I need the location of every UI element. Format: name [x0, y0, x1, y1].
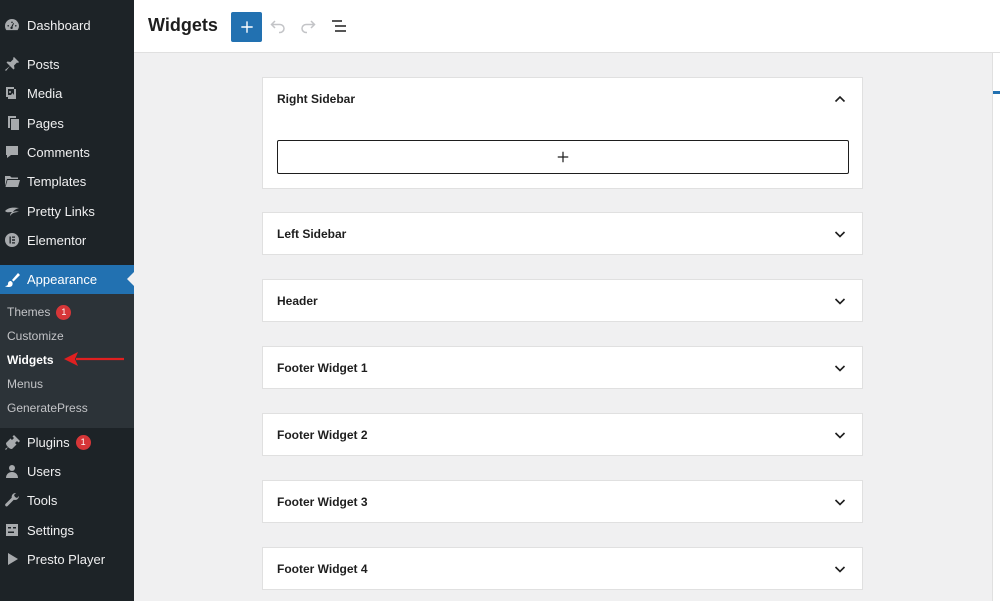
sidebar-item-appearance[interactable]: Appearance: [0, 265, 134, 294]
pretty-links-icon: [4, 203, 20, 219]
plus-icon: [240, 21, 253, 33]
sidebar-item-dashboard[interactable]: Dashboard: [0, 11, 134, 39]
chevron-down-icon[interactable]: [832, 226, 848, 242]
widget-area-title: Footer Widget 1: [277, 361, 368, 375]
widget-area-title: Footer Widget 2: [277, 428, 368, 442]
sidebar-item-label: Appearance: [27, 272, 98, 287]
submenu-item-widgets[interactable]: Widgets: [7, 351, 54, 369]
editor-header: Widgets: [134, 0, 1000, 53]
widget-area-left-sidebar[interactable]: Left Sidebar: [262, 212, 863, 255]
submenu-item-customize[interactable]: Customize: [7, 327, 64, 345]
sidebar-item-label: Pretty Links: [27, 203, 95, 219]
admin-sidebar: Dashboard Posts Media Pages Comments Tem…: [0, 0, 134, 601]
play-icon: [4, 551, 20, 567]
sidebar-item-media[interactable]: Media: [0, 79, 134, 107]
update-count-badge: 1: [75, 434, 91, 450]
undo-button[interactable]: [266, 14, 290, 38]
sidebar-item-presto-player[interactable]: Presto Player: [0, 545, 134, 573]
comments-icon: [4, 144, 20, 160]
plus-icon: [557, 151, 569, 163]
sidebar-item-tools[interactable]: Tools: [0, 486, 134, 514]
elementor-icon: [4, 232, 20, 248]
dashboard-icon: [4, 17, 20, 33]
annotation-arrow: [64, 352, 124, 366]
sidebar-item-label: Users: [27, 463, 61, 479]
folder-icon: [4, 173, 20, 189]
add-block-button[interactable]: [231, 12, 262, 42]
submenu-item-generatepress[interactable]: GeneratePress: [7, 399, 88, 417]
sidebar-item-plugins[interactable]: Plugins 1: [0, 428, 134, 456]
sidebar-item-label: Posts: [27, 56, 60, 72]
wrench-icon: [4, 492, 20, 508]
widget-area-footer-widget-3[interactable]: Footer Widget 3: [262, 480, 863, 523]
users-icon: [4, 463, 20, 479]
chevron-up-icon[interactable]: [832, 91, 848, 107]
submenu-item-menus[interactable]: Menus: [7, 375, 43, 393]
sidebar-item-templates[interactable]: Templates: [0, 167, 134, 195]
widget-area-right-sidebar[interactable]: Right Sidebar: [262, 77, 863, 189]
widget-area-title: Right Sidebar: [277, 92, 356, 106]
widget-area-footer-widget-1[interactable]: Footer Widget 1: [262, 346, 863, 389]
sidebar-item-settings[interactable]: Settings: [0, 516, 134, 544]
paintbrush-icon: [4, 272, 20, 288]
sidebar-item-pretty-links[interactable]: Pretty Links: [0, 197, 134, 225]
sidebar-item-elementor[interactable]: Elementor: [0, 226, 134, 254]
sidebar-item-users[interactable]: Users: [0, 457, 134, 485]
list-view-icon: [332, 20, 346, 32]
chevron-down-icon[interactable]: [832, 494, 848, 510]
submenu-label: Customize: [7, 329, 64, 343]
chevron-down-icon[interactable]: [832, 360, 848, 376]
active-indicator: [127, 272, 134, 286]
sidebar-item-label: Presto Player: [27, 551, 106, 567]
sidebar-item-label: Tools: [27, 492, 58, 508]
sidebar-item-label: Settings: [27, 522, 74, 538]
undo-icon: [270, 20, 285, 34]
sidebar-item-pages[interactable]: Pages: [0, 109, 134, 137]
widget-area-header[interactable]: Header: [262, 279, 863, 322]
list-view-button[interactable]: [327, 14, 351, 38]
widget-area-footer-widget-4[interactable]: Footer Widget 4: [262, 547, 863, 590]
sidebar-item-label: Plugins: [27, 434, 70, 450]
page-title: Widgets: [148, 15, 218, 35]
widget-area-title: Footer Widget 4: [277, 562, 368, 576]
chevron-down-icon[interactable]: [832, 427, 848, 443]
sidebar-item-label: Media: [27, 85, 63, 101]
sidebar-item-label: Templates: [27, 173, 87, 189]
add-block-inserter[interactable]: [277, 140, 849, 174]
chevron-down-icon[interactable]: [832, 293, 848, 309]
panel-tab-indicator: [993, 91, 1000, 94]
pin-icon: [4, 56, 20, 72]
update-count-badge: 1: [56, 304, 72, 320]
submenu-label: Widgets: [7, 353, 54, 367]
widget-area-footer-widget-2[interactable]: Footer Widget 2: [262, 413, 863, 456]
sidebar-item-label: Dashboard: [27, 17, 91, 33]
plugin-icon: [4, 434, 20, 450]
chevron-down-icon[interactable]: [832, 561, 848, 577]
submenu-label: Themes: [7, 305, 51, 319]
submenu-label: GeneratePress: [7, 401, 88, 415]
pages-icon: [4, 115, 20, 131]
widget-area-title: Left Sidebar: [277, 227, 347, 241]
media-icon: [4, 85, 20, 101]
settings-icon: [4, 522, 20, 538]
settings-panel-edge: [992, 53, 1000, 601]
widget-area-title: Header: [277, 294, 318, 308]
sidebar-item-posts[interactable]: Posts: [0, 50, 134, 78]
redo-button[interactable]: [296, 14, 320, 38]
submenu-item-themes[interactable]: Themes 1: [7, 303, 72, 321]
redo-icon: [301, 20, 316, 34]
sidebar-item-comments[interactable]: Comments: [0, 138, 134, 166]
sidebar-item-label: Comments: [27, 144, 90, 160]
sidebar-item-label: Pages: [27, 115, 64, 131]
sidebar-item-label: Elementor: [27, 232, 87, 248]
widget-area-title: Footer Widget 3: [277, 495, 368, 509]
submenu-label: Menus: [7, 377, 44, 391]
